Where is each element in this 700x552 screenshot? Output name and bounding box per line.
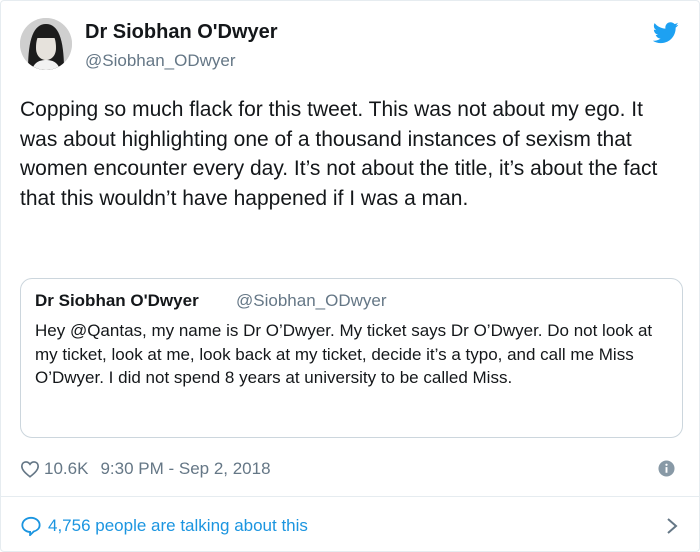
chevron-right-icon[interactable] (665, 516, 679, 536)
twitter-bird-icon[interactable] (653, 22, 679, 44)
timestamp[interactable]: 9:30 PM - Sep 2, 2018 (100, 459, 270, 479)
like-count[interactable]: 10.6K (44, 459, 88, 479)
conversation-link[interactable]: 4,756 people are talking about this (20, 513, 308, 539)
heart-icon[interactable] (20, 460, 40, 478)
avatar[interactable] (20, 18, 72, 70)
divider (1, 496, 700, 497)
author-handle[interactable]: @Siobhan_ODwyer (85, 51, 236, 71)
tweet-meta: 10.6K 9:30 PM - Sep 2, 2018 (20, 457, 271, 481)
embedded-tweet-card: Dr Siobhan O'Dwyer @Siobhan_ODwyer Coppi… (0, 0, 700, 552)
author-name[interactable]: Dr Siobhan O'Dwyer (85, 21, 278, 44)
info-icon[interactable] (658, 460, 675, 477)
quoted-tweet[interactable]: Dr Siobhan O'Dwyer @Siobhan_ODwyer Hey @… (20, 278, 683, 438)
quoted-author-handle: @Siobhan_ODwyer (236, 291, 387, 310)
quoted-tweet-text: Hey @Qantas, my name is Dr O’Dwyer. My t… (35, 321, 653, 387)
quoted-author-name: Dr Siobhan O'Dwyer (35, 291, 199, 310)
speech-bubble-icon (21, 516, 41, 536)
avatar-photo (20, 18, 72, 70)
conversation-count-text: 4,756 people are talking about this (48, 516, 308, 535)
tweet-text: Copping so much flack for this tweet. Th… (20, 98, 658, 210)
